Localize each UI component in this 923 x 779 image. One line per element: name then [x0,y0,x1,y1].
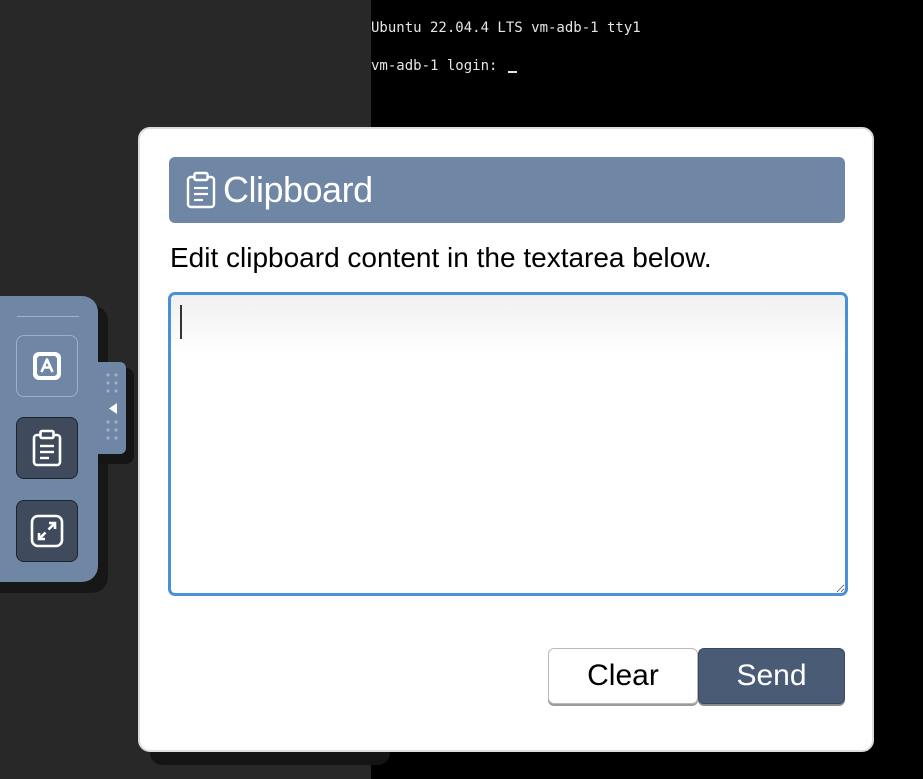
textarea-caret [180,305,182,339]
keyboard-icon [33,352,61,380]
keyboard-button[interactable] [16,335,78,397]
modal-title: Clipboard [223,169,373,210]
remote-desktop-page: Ubuntu 22.04.4 LTS vm-adb-1 tty1 vm-adb-… [0,0,923,779]
clipboard-title-icon [186,171,216,209]
modal-description: Edit clipboard content in the textarea b… [170,242,712,273]
send-button[interactable]: Send [698,648,845,704]
login-prompt-text: vm-adb-1 login: [371,58,506,74]
terminal-banner: Ubuntu 22.04.4 LTS vm-adb-1 tty1 [371,20,641,36]
clipboard-modal: Clipboard Edit clipboard content in the … [138,127,874,752]
clipboard-button[interactable] [16,417,78,479]
clipboard-textarea[interactable] [168,292,848,596]
clear-button[interactable]: Clear [548,648,698,704]
control-bar-divider [17,316,79,317]
terminal-cursor [507,71,517,73]
clipboard-icon [32,429,62,467]
modal-header: Clipboard [169,157,845,223]
control-bar-handle[interactable] [98,362,126,454]
terminal-login-prompt: vm-adb-1 login: [371,57,517,75]
control-bar [0,296,98,582]
fullscreen-button[interactable] [16,500,78,562]
fullscreen-icon [30,514,64,548]
collapse-arrow-icon [106,373,118,440]
